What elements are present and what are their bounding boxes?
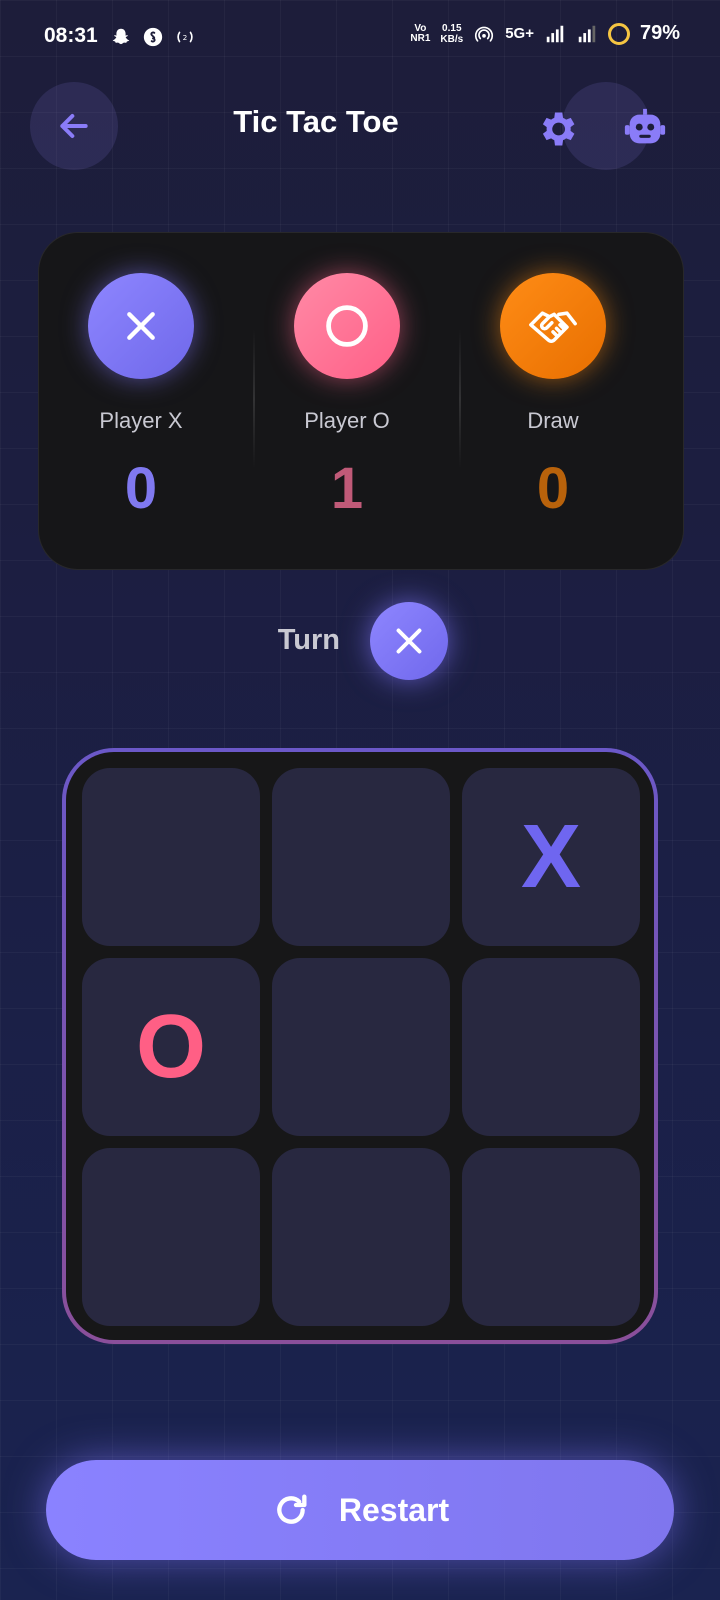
draw-avatar <box>500 273 606 379</box>
score-draw: Draw 0 <box>451 233 655 569</box>
bot-button[interactable] <box>620 104 670 154</box>
robot-icon <box>624 108 666 144</box>
speed-value: 0.15 <box>442 22 462 34</box>
board-cell-8[interactable] <box>272 1148 450 1326</box>
turn-indicator <box>370 602 448 680</box>
player-o-avatar <box>294 273 400 379</box>
status-right: Vo NR1 0.15 KB/s 5G+ 79% <box>410 22 680 45</box>
status-left-icons: 2 <box>110 26 196 48</box>
status-bar: 08:31 2 Vo NR1 0.15 KB/s 5G+ 79% <box>0 0 720 76</box>
battery-ring-icon <box>607 22 630 45</box>
draw-label: Draw <box>527 408 579 433</box>
game-board-grid: X O <box>66 752 654 1340</box>
volte-top: Vo <box>414 22 427 34</box>
volte-bottom: NR1 <box>410 32 431 44</box>
restart-label: Restart <box>338 1491 450 1528</box>
player-o-score: 1 <box>330 456 364 521</box>
refresh-icon <box>277 1494 307 1524</box>
x-icon <box>396 628 422 654</box>
player-o-label: Player O <box>304 408 390 433</box>
score-player-o: Player O 1 <box>245 233 449 569</box>
score-player-x: Player X 0 <box>39 233 243 569</box>
board-cell-3[interactable]: X <box>462 768 640 946</box>
player-x-score: 0 <box>124 456 158 521</box>
hotspot-icon <box>475 26 494 42</box>
battery-percent: 79% <box>639 22 680 44</box>
board-cell-7[interactable] <box>82 1148 260 1326</box>
restart-button[interactable]: Restart <box>46 1460 674 1560</box>
gear-icon <box>542 112 575 146</box>
network-speed: 0.15 KB/s <box>440 23 463 45</box>
board-cell-2[interactable] <box>272 768 450 946</box>
network-type: 5G+ <box>505 25 534 42</box>
scoreboard-card: Player X 0 Player O 1 Draw 0 <box>38 232 684 570</box>
board-cell-6[interactable] <box>462 958 640 1136</box>
board-cell-4[interactable]: O <box>82 958 260 1136</box>
player-x-label: Player X <box>99 408 183 433</box>
board-cell-1[interactable] <box>82 768 260 946</box>
turn-label: Turn <box>277 624 340 656</box>
board-cell-5[interactable] <box>272 958 450 1136</box>
settings-button[interactable] <box>532 104 582 154</box>
signal-icon <box>578 25 596 42</box>
player-x-avatar <box>88 273 194 379</box>
svg-text:2: 2 <box>183 33 188 42</box>
volte-badge: Vo NR1 <box>410 22 431 44</box>
status-time: 08:31 <box>44 24 98 47</box>
draw-score: 0 <box>536 456 570 521</box>
circle-icon <box>326 305 368 347</box>
handshake-icon <box>529 311 577 343</box>
speed-unit: KB/s <box>440 33 464 45</box>
nfc-icon: 2 <box>177 31 193 43</box>
board-cell-9[interactable] <box>462 1148 640 1326</box>
x-icon <box>127 312 155 340</box>
game-board: X O <box>62 748 658 1344</box>
signal-icon <box>546 25 564 42</box>
snapchat-icon <box>112 28 130 45</box>
shazam-icon <box>143 27 163 47</box>
